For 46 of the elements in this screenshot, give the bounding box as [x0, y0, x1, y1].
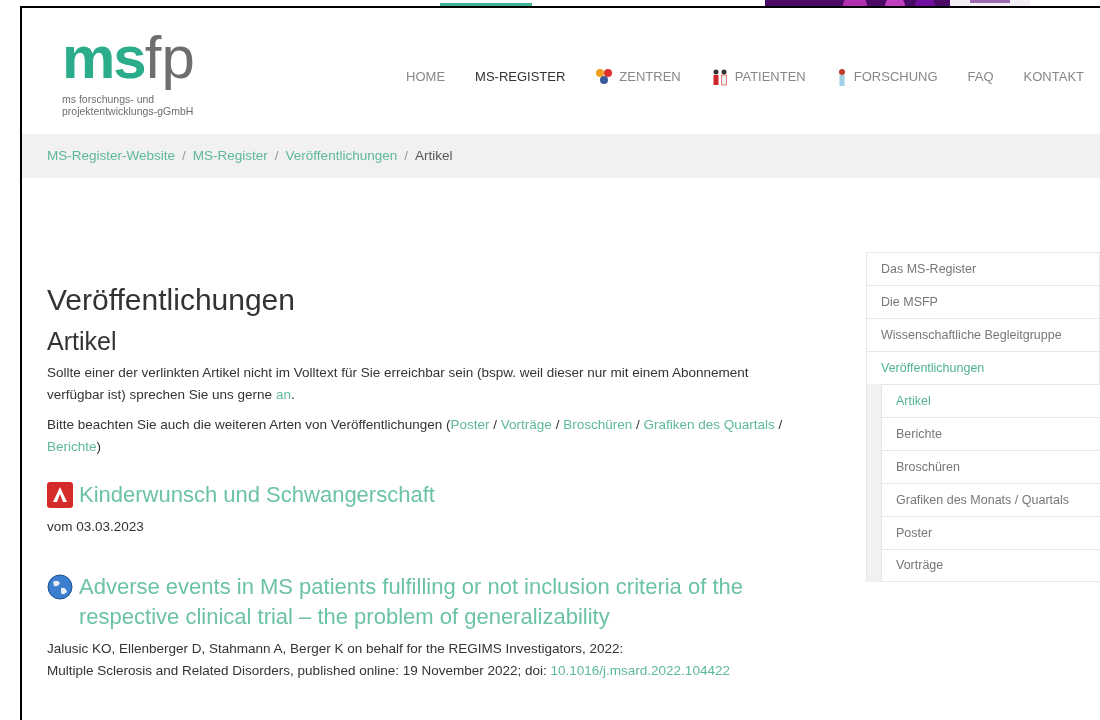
sidebar-item[interactable]: Wissenschaftliche Begleitgruppe [866, 318, 1100, 351]
circles-icon [595, 68, 614, 86]
article-meta: Multiple Sclerosis and Related Disorders, published online: 19 November 2022; doi: 10.1016/j.msard.2022.104422 [47, 662, 731, 680]
text-link[interactable]: Broschüren [563, 417, 633, 432]
text-link[interactable]: Poster [450, 417, 490, 432]
breadcrumb-separator: / [182, 146, 186, 165]
breadcrumb-link[interactable]: MS-Register-Website [47, 145, 176, 167]
section-title: Artikel [47, 326, 118, 356]
sidebar-subitem[interactable]: Vorträge [881, 549, 1100, 582]
logo[interactable]: msfp [62, 25, 195, 91]
article-title-link[interactable]: Kinderwunsch und Schwangerschaft [79, 480, 435, 510]
logo-subtitle: projektentwicklungs-gGmbH [62, 105, 195, 117]
breadcrumb-link[interactable]: MS-Register [192, 145, 268, 167]
article-meta: vom 03.03.2023 [47, 518, 145, 536]
current-page: Artikel [414, 146, 453, 165]
article-meta: Jalusic KO, Ellenberger D, Stahmann A, Berger K on behalf for the REGIMS Investigators, 2022: [47, 640, 625, 658]
nav-link[interactable]: ZENTREN [595, 67, 681, 87]
sidebar-subitem[interactable]: Broschüren [881, 450, 1100, 483]
sidebar-item[interactable]: Veröffentlichungen [866, 351, 1100, 384]
page-title: Veröffentlichungen [47, 282, 296, 318]
nav-link[interactable]: FORSCHUNG [835, 67, 938, 87]
sidebar-item[interactable]: Das MS-Register [866, 252, 1100, 285]
sidebar-item[interactable]: Die MSFP [866, 285, 1100, 318]
breadcrumb-separator: / [274, 146, 279, 165]
logo-subtitle: ms forschungs- und [62, 93, 156, 105]
article-title-link[interactable]: Adverse events in MS patients fulfilling or not inclusion criteria of the respective clinical trial – the problem of generalizability [79, 572, 767, 632]
nav-link[interactable]: HOME [406, 67, 446, 87]
text-link[interactable]: Berichte [47, 439, 97, 454]
nav-link[interactable]: FAQ [967, 67, 994, 87]
sidebar-subitem[interactable]: Artikel [881, 384, 1100, 417]
sidebar-subitem[interactable]: Grafiken des Monats / Quartals [881, 483, 1100, 516]
sidebar-subitem[interactable]: Berichte [881, 417, 1100, 450]
sidebar-subitem[interactable]: Poster [881, 516, 1100, 549]
text-link[interactable]: 10.1016/j.msard.2022.104422 [550, 663, 730, 678]
globe-icon [47, 574, 73, 600]
pdf-icon [47, 482, 73, 508]
paragraph: Bitte beachten Sie auch die weiteren Arten von Veröffentlichungen (Poster / Vorträge / Broschüren / Grafiken des Quartals / Berichte) [47, 416, 784, 456]
nav-link[interactable]: KONTAKT [1023, 67, 1084, 87]
text-link[interactable]: Vorträge [500, 417, 552, 432]
breadcrumb-link[interactable]: Veröffentlichungen [285, 145, 398, 167]
nav-link[interactable]: MS-REGISTER [475, 67, 566, 87]
breadcrumb-separator: / [404, 146, 408, 165]
nav-link[interactable]: PATIENTEN [710, 67, 806, 87]
text-link[interactable]: an [275, 387, 291, 402]
text-link[interactable]: Grafiken des Quartals [643, 417, 775, 432]
paragraph: Sollte einer der verlinkten Artikel nicht im Volltext für Sie erreichbar sein (bspw. weil dieser nur mit einem Abonnement verfügbar ist) sprechen Sie uns gerne an. [47, 364, 750, 404]
